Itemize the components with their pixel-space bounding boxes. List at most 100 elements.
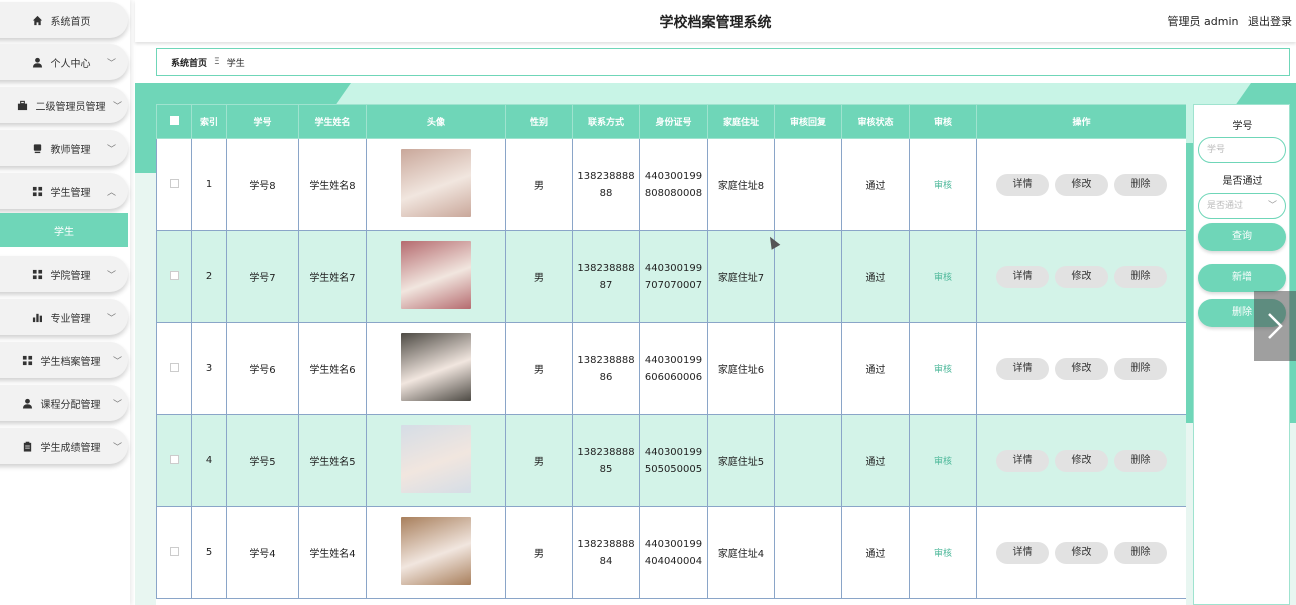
idcard-part: 404040004	[644, 555, 703, 567]
audit-link[interactable]: 审核	[934, 457, 952, 467]
row-select-cell[interactable]	[156, 230, 192, 323]
index-cell: 2	[191, 230, 227, 323]
avatar-cell	[366, 138, 506, 231]
select-all-checkbox[interactable]	[169, 115, 179, 125]
sidebar-item-label: 教师管理	[50, 144, 91, 156]
audit-status-cell: 通过	[841, 138, 910, 231]
edit-button[interactable]: 修改	[1055, 449, 1108, 472]
sidebar-item-college[interactable]: 学院管理 ﹀	[0, 256, 128, 292]
sidebar-item-profile[interactable]: 个人中心 ﹀	[0, 44, 128, 80]
column-header: 性别	[505, 104, 573, 139]
row-select-cell[interactable]	[156, 506, 192, 599]
sidebar-item-label: 专业管理	[50, 313, 91, 325]
row-select-cell[interactable]	[156, 414, 192, 507]
table-header-row: 索引 学号 学生姓名 头像 性别 联系方式 身份证号 家庭住址 审核回复 审核状…	[156, 104, 1186, 139]
idcard-cell: 440300199 404040004	[639, 506, 708, 599]
detail-button[interactable]: 详情	[996, 173, 1049, 196]
sidebar-item-label: 学生成绩管理	[40, 442, 101, 454]
edit-button[interactable]: 修改	[1055, 265, 1108, 288]
chevron-down-icon: ﹀	[106, 58, 116, 69]
edit-button[interactable]: 修改	[1055, 357, 1108, 380]
sidebar-item-home[interactable]: 系统首页	[0, 2, 128, 38]
audit-link[interactable]: 审核	[934, 549, 952, 559]
detail-button[interactable]: 详情	[996, 357, 1049, 380]
breadcrumb-separator: Ξ	[214, 57, 220, 67]
logout-link[interactable]: 退出登录	[1248, 15, 1292, 28]
home-icon	[32, 14, 44, 26]
idcard-part: 440300199	[644, 354, 703, 366]
student-id-cell: 学号5	[226, 414, 299, 507]
phone-part: 86	[599, 371, 613, 383]
sidebar-item-student[interactable]: 学生管理 ︿	[0, 173, 128, 209]
student-id-cell: 学号8	[226, 138, 299, 231]
grid-icon	[32, 185, 44, 197]
audit-reply-cell	[774, 138, 842, 231]
audit-status-cell: 通过	[841, 414, 910, 507]
row-checkbox[interactable]	[169, 362, 179, 372]
audit-cell: 审核	[909, 138, 977, 231]
phone-cell: 138238888 86	[572, 322, 640, 415]
add-button[interactable]: 新增	[1198, 264, 1286, 292]
sidebar-item-label: 个人中心	[50, 58, 91, 70]
column-header: 操作	[976, 104, 1186, 139]
row-checkbox[interactable]	[169, 270, 179, 280]
detail-button[interactable]: 详情	[996, 541, 1049, 564]
edit-button[interactable]: 修改	[1055, 541, 1108, 564]
audit-link[interactable]: 审核	[934, 365, 952, 375]
header-user-area: 管理员 admin 退出登录	[1162, 13, 1292, 29]
column-header: 头像	[366, 104, 506, 139]
delete-button[interactable]: 删除	[1114, 265, 1167, 288]
edit-button[interactable]: 修改	[1055, 173, 1108, 196]
column-header: 家庭住址	[707, 104, 775, 139]
avatar-cell	[366, 506, 506, 599]
sidebar-item-grades[interactable]: 学生成绩管理 ﹀	[0, 428, 128, 464]
avatar-cell	[366, 414, 506, 507]
row-checkbox[interactable]	[169, 546, 179, 556]
phone-part: 88	[599, 187, 613, 199]
sidebar-item-archive[interactable]: 学生档案管理 ﹀	[0, 342, 128, 378]
delete-button[interactable]: 删除	[1114, 357, 1167, 380]
row-checkbox[interactable]	[169, 178, 179, 188]
chevron-down-icon: ﹀	[112, 399, 122, 410]
delete-button[interactable]: 删除	[1114, 541, 1167, 564]
audit-link[interactable]: 审核	[934, 181, 952, 191]
phone-cell: 138238888 85	[572, 414, 640, 507]
audit-reply-cell	[774, 230, 842, 323]
column-header: 审核回复	[774, 104, 842, 139]
sidebar-subitem-student[interactable]: 学生	[0, 213, 128, 247]
delete-button[interactable]: 删除	[1114, 173, 1167, 196]
row-checkbox[interactable]	[169, 454, 179, 464]
avatar	[401, 241, 471, 309]
idcard-cell: 440300199 707070007	[639, 230, 708, 323]
detail-button[interactable]: 详情	[996, 449, 1049, 472]
chevron-up-icon: ︿	[106, 187, 116, 198]
row-select-cell[interactable]	[156, 138, 192, 231]
chevron-down-icon: ﹀	[106, 144, 116, 155]
sidebar-subitem-label: 学生	[54, 226, 74, 238]
select-all-cell[interactable]	[156, 104, 192, 139]
idcard-part: 440300199	[644, 538, 703, 550]
pass-status-select[interactable]: 是否通过 ﹀	[1198, 193, 1286, 219]
bar-chart-icon	[32, 311, 44, 323]
sidebar-item-teacher[interactable]: 教师管理 ﹀	[0, 130, 128, 166]
index-cell: 1	[191, 138, 227, 231]
breadcrumb: 系统首页 Ξ 学生	[156, 48, 1290, 76]
row-select-cell[interactable]	[156, 322, 192, 415]
actions-cell: 详情 修改 删除	[976, 230, 1186, 323]
breadcrumb-home[interactable]: 系统首页	[171, 56, 207, 69]
sidebar-item-label: 学生管理	[50, 187, 91, 199]
audit-link[interactable]: 审核	[934, 273, 952, 283]
idcard-part: 440300199	[644, 170, 703, 182]
index-cell: 5	[191, 506, 227, 599]
sidebar-item-major[interactable]: 专业管理 ﹀	[0, 299, 128, 335]
student-id-input[interactable]: 学号	[1198, 137, 1286, 163]
query-button[interactable]: 查询	[1198, 223, 1286, 251]
actions-cell: 详情 修改 删除	[976, 322, 1186, 415]
delete-button[interactable]: 删除	[1114, 449, 1167, 472]
detail-button[interactable]: 详情	[996, 265, 1049, 288]
sidebar-item-course[interactable]: 课程分配管理 ﹀	[0, 385, 128, 421]
table-row: 3 学号6 学生姓名6 男 138238888 86 440300199 606060006 家…	[156, 322, 1186, 415]
chevron-right-icon[interactable]	[1254, 291, 1296, 361]
sidebar-item-sub-admin[interactable]: 二级管理员管理 ﹀	[0, 87, 128, 123]
breadcrumb-current: 学生	[226, 58, 245, 69]
